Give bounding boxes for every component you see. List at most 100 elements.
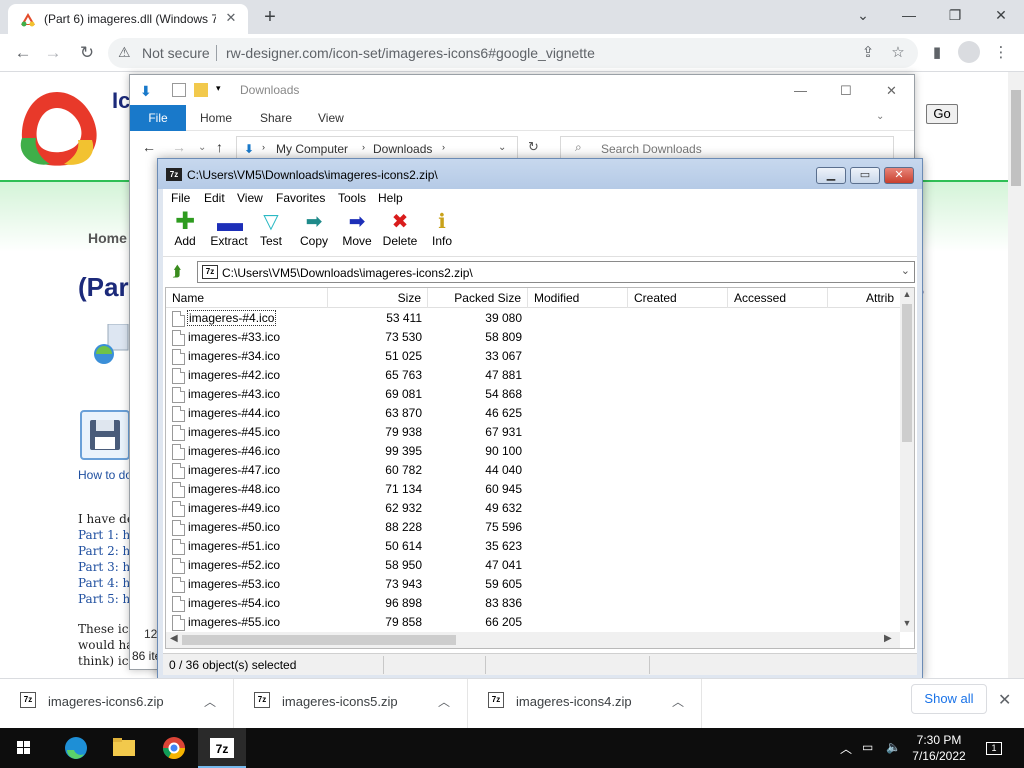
breadcrumb-my-computer[interactable]: My Computer (276, 142, 348, 156)
tab-close-icon[interactable]: ✕ (222, 9, 240, 27)
column-header-size[interactable]: Size (328, 288, 428, 308)
file-row[interactable]: imageres-#4.ico 53 411 39 080 (166, 309, 900, 328)
explorer-tab-home[interactable]: Home (200, 111, 232, 125)
profile-avatar[interactable] (958, 41, 980, 63)
explorer-refresh-icon[interactable]: ↻ (528, 139, 539, 155)
minimize-window-icon[interactable]: — (886, 0, 932, 30)
properties-icon[interactable] (172, 83, 186, 97)
breadcrumb-downloads[interactable]: Downloads (373, 142, 432, 156)
file-row[interactable]: imageres-#49.ico 62 932 49 632 (166, 499, 900, 518)
delete-button[interactable]: ✖ Delete (378, 209, 422, 255)
hscroll-thumb[interactable] (182, 635, 456, 645)
scroll-down-arrow-icon[interactable]: ▼ (900, 618, 914, 628)
explorer-tab-view[interactable]: View (318, 111, 344, 125)
file-row[interactable]: imageres-#52.ico 58 950 47 041 (166, 556, 900, 575)
file-list-hscrollbar[interactable]: ◀ ▶ (166, 632, 900, 648)
explorer-close-icon[interactable]: ✕ (886, 83, 900, 98)
menu-tools[interactable]: Tools (338, 191, 366, 205)
column-header-packed-size[interactable]: Packed Size (428, 288, 528, 308)
sevenzip-file-list[interactable]: Name Size Packed Size Modified Created A… (165, 287, 915, 649)
network-icon[interactable]: ▭ (862, 740, 873, 754)
share-icon[interactable]: ⇪ (858, 43, 878, 63)
site-title[interactable]: Ic (112, 88, 130, 114)
sevenzip-maximize-button[interactable]: ▭ (850, 167, 880, 184)
url-text[interactable]: rw-designer.com/icon-set/imageres-icons6… (226, 45, 595, 61)
download-filename[interactable]: imageres-icons5.zip (282, 694, 398, 709)
taskbar-chrome[interactable] (150, 728, 198, 768)
file-row[interactable]: imageres-#44.ico 63 870 46 625 (166, 404, 900, 423)
test-button[interactable]: ▽ Test (249, 209, 293, 255)
file-row[interactable]: imageres-#34.ico 51 025 33 067 (166, 347, 900, 366)
move-button[interactable]: ➡ Move (335, 209, 379, 255)
close-window-icon[interactable]: ✕ (978, 0, 1024, 30)
restore-window-icon[interactable]: ❐ (932, 0, 978, 30)
explorer-up-icon[interactable]: ↑ (216, 139, 223, 155)
close-download-bar-icon[interactable]: ✕ (998, 690, 1011, 710)
notification-center-icon[interactable]: 1 (986, 740, 1002, 755)
address-dropdown-icon[interactable]: ⌄ (498, 142, 506, 153)
file-row[interactable]: imageres-#46.ico 99 395 90 100 (166, 442, 900, 461)
download-filename[interactable]: imageres-icons4.zip (516, 694, 632, 709)
file-row[interactable]: imageres-#47.ico 60 782 44 040 (166, 461, 900, 480)
column-header-attrib[interactable]: Attrib (828, 288, 900, 308)
explorer-search-box[interactable]: ⌕ Search Downloads (560, 136, 894, 160)
explorer-tab-share[interactable]: Share (260, 111, 292, 125)
forward-arrow-icon[interactable]: → (42, 42, 64, 64)
sevenzip-titlebar[interactable]: 7z C:\Users\VM5\Downloads\imageres-icons… (158, 159, 922, 189)
menu-favorites[interactable]: Favorites (276, 191, 325, 205)
tab-search-chevron-icon[interactable]: ⌄ (840, 0, 886, 30)
quick-access-dropdown-icon[interactable]: ▾ (216, 83, 230, 97)
menu-view[interactable]: View (237, 191, 263, 205)
info-button[interactable]: ℹ Info (420, 209, 464, 255)
file-row[interactable]: imageres-#50.ico 88 228 75 596 (166, 518, 900, 537)
browser-tab[interactable]: (Part 6) imageres.dll (Windows 7) ✕ (8, 4, 248, 34)
folder-up-icon[interactable]: ⮭ (167, 262, 187, 282)
page-scroll-thumb[interactable] (1011, 90, 1021, 186)
recent-locations-icon[interactable]: ⌄ (198, 142, 206, 153)
column-header-created[interactable]: Created (628, 288, 728, 308)
file-row[interactable]: imageres-#43.ico 69 081 54 868 (166, 385, 900, 404)
new-folder-icon[interactable] (194, 83, 208, 97)
reload-icon[interactable]: ↻ (76, 42, 98, 64)
menu-help[interactable]: Help (378, 191, 403, 205)
site-nav-home[interactable]: Home (88, 230, 127, 246)
file-row[interactable]: imageres-#33.ico 73 530 58 809 (166, 328, 900, 347)
explorer-search-placeholder[interactable]: Search Downloads (601, 142, 702, 156)
sevenzip-close-button[interactable]: ✕ (884, 167, 914, 184)
menu-edit[interactable]: Edit (204, 191, 225, 205)
floppy-disk-icon[interactable] (80, 410, 130, 460)
column-header-name[interactable]: Name (166, 288, 328, 308)
page-scrollbar[interactable] (1008, 72, 1024, 678)
taskbar-clock[interactable]: 7:30 PM 7/16/2022 (908, 732, 970, 764)
explorer-maximize-icon[interactable]: ☐ (840, 83, 854, 98)
show-all-downloads-button[interactable]: Show all (911, 684, 987, 714)
scroll-left-arrow-icon[interactable]: ◀ (170, 633, 178, 644)
file-row[interactable]: imageres-#45.ico 79 938 67 931 (166, 423, 900, 442)
tray-overflow-chevron-icon[interactable]: ︿ (840, 740, 852, 757)
download-menu-chevron-icon[interactable]: ︿ (672, 693, 684, 710)
explorer-back-icon[interactable]: ← (142, 139, 156, 155)
chrome-menu-icon[interactable]: ⋮ (990, 42, 1012, 64)
volume-icon[interactable]: 🔈 (886, 740, 901, 754)
column-header-modified[interactable]: Modified (528, 288, 628, 308)
side-panel-icon[interactable]: ▮ (926, 42, 948, 64)
taskbar-7zip[interactable]: 7z (198, 728, 246, 768)
explorer-forward-icon[interactable]: → (172, 139, 186, 155)
back-arrow-icon[interactable]: ← (12, 42, 34, 64)
start-button[interactable] (0, 728, 48, 768)
extract-button[interactable]: ▬ Extract (207, 209, 251, 255)
file-list-vscrollbar[interactable]: ▲ ▼ (900, 288, 914, 632)
file-row[interactable]: imageres-#53.ico 73 943 59 605 (166, 575, 900, 594)
explorer-tab-file[interactable]: File (130, 105, 186, 131)
explorer-minimize-icon[interactable]: — (794, 83, 808, 98)
ribbon-expand-chevron-icon[interactable]: ⌄ (876, 111, 884, 122)
sevenzip-path-text[interactable]: C:\Users\VM5\Downloads\imageres-icons2.z… (222, 266, 473, 280)
vscroll-thumb[interactable] (902, 304, 912, 442)
copy-button[interactable]: ➡ Copy (292, 209, 336, 255)
download-menu-chevron-icon[interactable]: ︿ (438, 693, 450, 710)
download-filename[interactable]: imageres-icons6.zip (48, 694, 164, 709)
site-search-go-button[interactable]: Go (926, 104, 958, 124)
scroll-up-arrow-icon[interactable]: ▲ (900, 289, 914, 299)
new-tab-button[interactable]: + (258, 6, 282, 30)
file-row[interactable]: imageres-#42.ico 65 763 47 881 (166, 366, 900, 385)
